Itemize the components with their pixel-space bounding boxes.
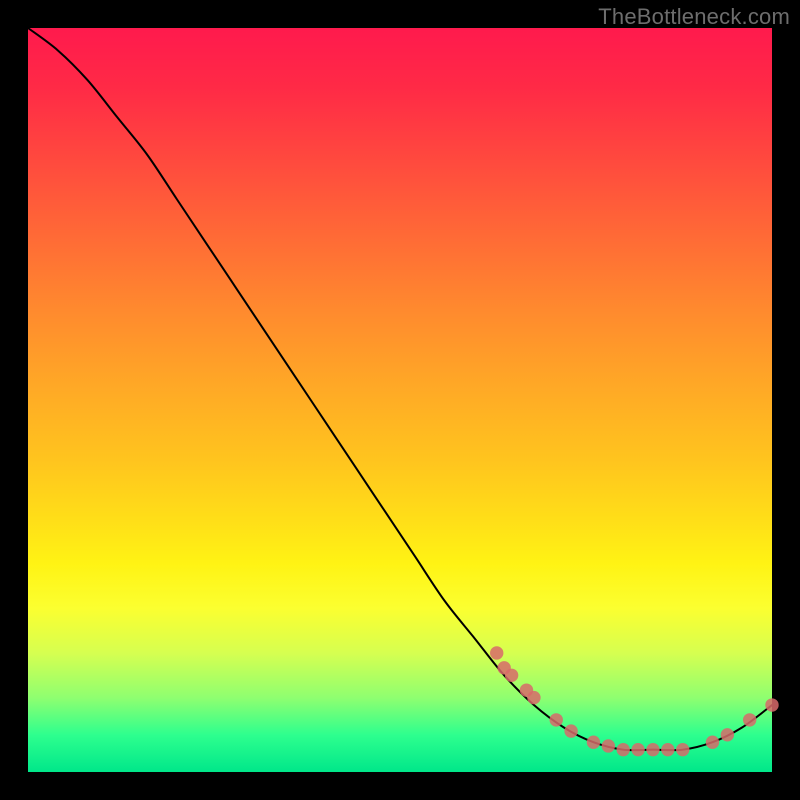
data-marker (676, 743, 689, 756)
data-marker (631, 743, 644, 756)
data-marker (527, 691, 540, 704)
data-marker (646, 743, 659, 756)
data-marker (602, 739, 615, 752)
data-marker (661, 743, 674, 756)
data-marker (743, 713, 756, 726)
data-marker (617, 743, 630, 756)
data-marker (564, 724, 577, 737)
data-marker (721, 728, 734, 741)
data-marker (490, 646, 503, 659)
data-marker (706, 736, 719, 749)
marker-group (490, 646, 779, 756)
curve-layer (28, 28, 772, 772)
plot-area (28, 28, 772, 772)
data-marker (587, 736, 600, 749)
data-marker (765, 698, 778, 711)
watermark-text: TheBottleneck.com (598, 4, 790, 30)
data-marker (505, 669, 518, 682)
chart-frame: TheBottleneck.com (0, 0, 800, 800)
bottleneck-curve-line (28, 28, 772, 750)
data-marker (550, 713, 563, 726)
